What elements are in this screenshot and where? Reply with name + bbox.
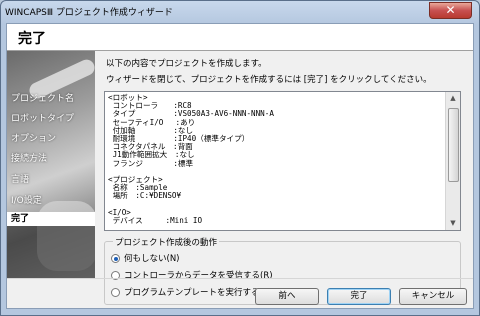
- intro-text-1: 以下の内容でプロジェクトを作成します。: [106, 59, 267, 69]
- back-button[interactable]: 前へ: [255, 288, 319, 305]
- radio-selected-icon[interactable]: [111, 254, 120, 263]
- step-robot-type: ロボットタイプ: [11, 114, 75, 124]
- step-io-settings: I/O設定: [11, 196, 42, 206]
- footer-divider: [7, 278, 473, 279]
- step-options: オプション: [11, 134, 57, 144]
- wizard-steps-sidebar: プロジェクト名 ロボットタイプ オプション 接続方法 言語 I/O設定 完了: [7, 51, 95, 278]
- step-language: 言語: [11, 175, 30, 185]
- wizard-client: 完了 プロジェクト名 ロボットタイプ オプション 接続方法 言語 I/O設定 完…: [6, 23, 474, 309]
- radio-do-nothing-label: 何もしない(N): [124, 254, 180, 264]
- summary-scrollbar[interactable]: ▲ ▼: [445, 92, 460, 230]
- page-title: 完了: [18, 31, 46, 47]
- step-project-name: プロジェクト名: [11, 94, 75, 104]
- step-finish-current: 完了: [7, 212, 95, 226]
- radio-do-nothing[interactable]: 何もしない(N): [111, 252, 180, 264]
- radio-run-template[interactable]: プログラムテンプレートを実行する(T): [111, 286, 271, 298]
- cancel-button[interactable]: キャンセル: [399, 288, 467, 305]
- radio-run-template-label: プログラムテンプレートを実行する(T): [124, 288, 272, 298]
- wizard-window: WINCAPSⅢ プロジェクト作成ウィザード ✕ 完了 プロジェクト名 ロボット…: [0, 0, 480, 316]
- window-title: WINCAPSⅢ プロジェクト作成ウィザード: [5, 8, 173, 18]
- main-content: 以下の内容でプロジェクトを作成します。 ウィザードを閉じて、プロジェクトを作成す…: [101, 51, 471, 305]
- step-connection: 接続方法: [11, 154, 48, 164]
- sidebar-shade: [7, 226, 95, 278]
- intro-text-2: ウィザードを閉じて、プロジェクトを作成するには [完了] をクリックしてください…: [106, 75, 432, 85]
- close-button[interactable]: ✕: [429, 2, 472, 19]
- scroll-up-icon[interactable]: ▲: [446, 92, 460, 105]
- finish-button[interactable]: 完了: [327, 288, 391, 305]
- radio-receive-data[interactable]: コントローラからデータを受信する(R): [111, 269, 273, 281]
- title-bar[interactable]: WINCAPSⅢ プロジェクト作成ウィザード ✕: [1, 1, 479, 22]
- summary-text: <ロボット> コントローラ :RC8 タイプ :VS050A3-AV6-NNN-…: [108, 93, 274, 226]
- page-header: 完了: [7, 24, 473, 51]
- scroll-down-icon[interactable]: ▼: [446, 217, 460, 230]
- post-action-group-title: プロジェクト作成後の動作: [113, 236, 220, 248]
- radio-unselected-icon[interactable]: [111, 288, 120, 297]
- scroll-thumb[interactable]: [448, 108, 459, 182]
- summary-textbox[interactable]: <ロボット> コントローラ :RC8 タイプ :VS050A3-AV6-NNN-…: [104, 91, 461, 231]
- radio-receive-data-label: コントローラからデータを受信する(R): [124, 271, 273, 281]
